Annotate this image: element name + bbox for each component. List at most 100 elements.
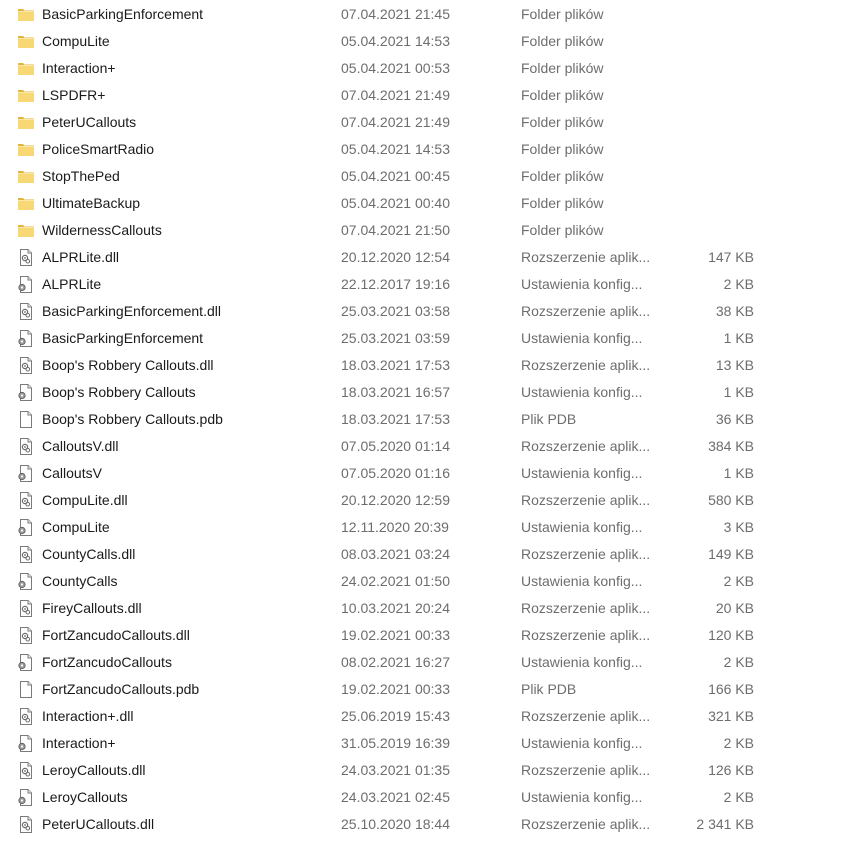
file-size: 1 KB xyxy=(723,330,754,346)
file-name[interactable]: FortZancudoCallouts xyxy=(42,649,172,676)
file-row[interactable]: LeroyCallouts.dll 24.03.2021 01:35 Rozszer… xyxy=(0,757,849,784)
folder-icon xyxy=(17,221,35,240)
file-row[interactable]: BasicParkingEnforcement 07.04.2021 21:45 F… xyxy=(0,1,849,28)
file-name[interactable]: LSPDFR+ xyxy=(42,82,105,109)
file-date-modified: 31.05.2019 16:39 xyxy=(341,735,450,751)
file-row[interactable]: Interaction+ 05.04.2021 00:53 Folder plikó… xyxy=(0,55,849,82)
file-row[interactable]: FortZancudoCallouts.pdb 19.02.2021 00:33 P… xyxy=(0,676,849,703)
file-row[interactable]: StopThePed 05.04.2021 00:45 Folder plików xyxy=(0,163,849,190)
file-name[interactable]: WildernessCallouts xyxy=(42,217,162,244)
file-name[interactable]: CountyCalls xyxy=(42,568,117,595)
file-name[interactable]: FireyCallouts.dll xyxy=(42,595,142,622)
file-row[interactable]: CalloutsV.dll 07.05.2020 01:14 Rozszerzeni… xyxy=(0,433,849,460)
file-name[interactable]: PoliceSmartRadio xyxy=(42,136,154,163)
file-size: 2 KB xyxy=(723,573,754,589)
file-row[interactable]: Interaction+.dll 25.06.2019 15:43 Rozszerz… xyxy=(0,703,849,730)
file-row[interactable]: CompuLite 05.04.2021 14:53 Folder plików xyxy=(0,28,849,55)
file-size: 38 KB xyxy=(715,303,754,319)
file-row[interactable]: PeterUCallouts 07.04.2021 21:49 Folder pli… xyxy=(0,109,849,136)
folder-icon xyxy=(17,86,35,105)
file-row[interactable]: Interaction+ 31.05.2019 16:39 Ustawienia k… xyxy=(0,730,849,757)
file-name[interactable]: BasicParkingEnforcement xyxy=(42,325,203,352)
file-row[interactable]: WildernessCallouts 07.04.2021 21:50 Folder… xyxy=(0,217,849,244)
folder-icon xyxy=(17,113,35,132)
file-type: Ustawienia konfig... xyxy=(521,519,643,535)
file-row[interactable]: CompuLite 12.11.2020 20:39 Ustawienia konf… xyxy=(0,514,849,541)
file-type: Rozszerzenie aplik... xyxy=(521,546,651,562)
file-name[interactable]: LeroyCallouts xyxy=(42,784,128,811)
dll-file-icon xyxy=(17,437,35,456)
file-row[interactable]: PeterUCallouts.dll 25.10.2020 18:44 Rozsze… xyxy=(0,811,849,838)
file-row[interactable]: FortZancudoCallouts.dll 19.02.2021 00:33 R… xyxy=(0,622,849,649)
file-type: Ustawienia konfig... xyxy=(521,465,643,481)
file-row[interactable]: CompuLite.dll 20.12.2020 12:59 Rozszerzeni… xyxy=(0,487,849,514)
file-size: 580 KB xyxy=(708,492,754,508)
file-date-modified: 25.06.2019 15:43 xyxy=(341,708,450,724)
file-size: 2 341 KB xyxy=(696,816,754,832)
file-name[interactable]: CalloutsV xyxy=(42,460,102,487)
file-date-modified: 25.10.2020 18:44 xyxy=(341,816,450,832)
file-size: 1 KB xyxy=(723,465,754,481)
file-type: Rozszerzenie aplik... xyxy=(521,708,651,724)
file-row[interactable]: ALPRLite 22.12.2017 19:16 Ustawienia konfi… xyxy=(0,271,849,298)
blank-file-icon xyxy=(17,410,35,429)
file-size: 120 KB xyxy=(708,627,754,643)
file-row[interactable]: Boop's Robbery Callouts.dll 18.03.2021 17… xyxy=(0,352,849,379)
file-row[interactable]: BasicParkingEnforcement.dll 25.03.2021 03… xyxy=(0,298,849,325)
file-row[interactable]: UltimateBackup 05.04.2021 00:40 Folder pli… xyxy=(0,190,849,217)
file-type: Ustawienia konfig... xyxy=(521,789,643,805)
file-name[interactable]: Boop's Robbery Callouts.dll xyxy=(42,352,214,379)
file-name[interactable]: FortZancudoCallouts.pdb xyxy=(42,676,199,703)
file-size: 384 KB xyxy=(708,438,754,454)
file-name[interactable]: ALPRLite xyxy=(42,271,101,298)
file-row[interactable]: Boop's Robbery Callouts 18.03.2021 16:57 U… xyxy=(0,379,849,406)
file-name[interactable]: Boop's Robbery Callouts.pdb xyxy=(42,406,223,433)
file-name[interactable]: LeroyCallouts.dll xyxy=(42,757,146,784)
file-type: Rozszerzenie aplik... xyxy=(521,816,651,832)
file-name[interactable]: Interaction+ xyxy=(42,730,116,757)
file-name[interactable]: Boop's Robbery Callouts xyxy=(42,379,196,406)
dll-file-icon xyxy=(17,626,35,645)
file-row[interactable]: BasicParkingEnforcement 25.03.2021 03:59 U… xyxy=(0,325,849,352)
file-row[interactable]: PoliceSmartRadio 05.04.2021 14:53 Folder p… xyxy=(0,136,849,163)
file-row[interactable]: LeroyCallouts 24.03.2021 02:45 Ustawienia … xyxy=(0,784,849,811)
file-type: Plik PDB xyxy=(521,681,577,697)
config-file-icon xyxy=(17,788,35,807)
config-file-icon xyxy=(17,275,35,294)
file-date-modified: 05.04.2021 00:40 xyxy=(341,195,450,211)
folder-icon xyxy=(17,194,35,213)
file-name[interactable]: UltimateBackup xyxy=(42,190,140,217)
file-type: Folder plików xyxy=(521,168,604,184)
file-row[interactable]: CountyCalls 24.02.2021 01:50 Ustawienia ko… xyxy=(0,568,849,595)
file-name[interactable]: FortZancudoCallouts.dll xyxy=(42,622,190,649)
file-name[interactable]: Interaction+ xyxy=(42,55,116,82)
file-name[interactable]: Interaction+.dll xyxy=(42,703,133,730)
file-name[interactable]: PeterUCallouts xyxy=(42,109,136,136)
file-name[interactable]: BasicParkingEnforcement.dll xyxy=(42,298,221,325)
folder-icon xyxy=(17,5,35,24)
file-type: Rozszerzenie aplik... xyxy=(521,357,651,373)
file-row[interactable]: FortZancudoCallouts 08.02.2021 16:27 Ustaw… xyxy=(0,649,849,676)
file-name[interactable]: CompuLite xyxy=(42,514,110,541)
file-name[interactable]: PeterUCallouts.dll xyxy=(42,811,154,838)
file-type: Folder plików xyxy=(521,87,604,103)
file-name[interactable]: CompuLite xyxy=(42,28,110,55)
file-date-modified: 07.04.2021 21:49 xyxy=(341,114,450,130)
file-name[interactable]: StopThePed xyxy=(42,163,120,190)
file-row[interactable]: LSPDFR+ 07.04.2021 21:49 Folder plików xyxy=(0,82,849,109)
file-date-modified: 10.03.2021 20:24 xyxy=(341,600,450,616)
file-row[interactable]: Boop's Robbery Callouts.pdb 18.03.2021 17… xyxy=(0,406,849,433)
file-date-modified: 25.03.2021 03:58 xyxy=(341,303,450,319)
file-row[interactable]: CalloutsV 07.05.2020 01:16 Ustawienia konf… xyxy=(0,460,849,487)
file-row[interactable]: CountyCalls.dll 08.03.2021 03:24 Rozszerze… xyxy=(0,541,849,568)
file-name[interactable]: BasicParkingEnforcement xyxy=(42,1,203,28)
file-row[interactable]: ALPRLite.dll 20.12.2020 12:54 Rozszerzenie… xyxy=(0,244,849,271)
file-size: 13 KB xyxy=(715,357,754,373)
file-name[interactable]: ALPRLite.dll xyxy=(42,244,119,271)
file-name[interactable]: CompuLite.dll xyxy=(42,487,128,514)
file-row[interactable]: FireyCallouts.dll 10.03.2021 20:24 Rozszer… xyxy=(0,595,849,622)
file-name[interactable]: CountyCalls.dll xyxy=(42,541,135,568)
file-size: 2 KB xyxy=(723,654,754,670)
file-type: Folder plików xyxy=(521,33,604,49)
file-name[interactable]: CalloutsV.dll xyxy=(42,433,119,460)
